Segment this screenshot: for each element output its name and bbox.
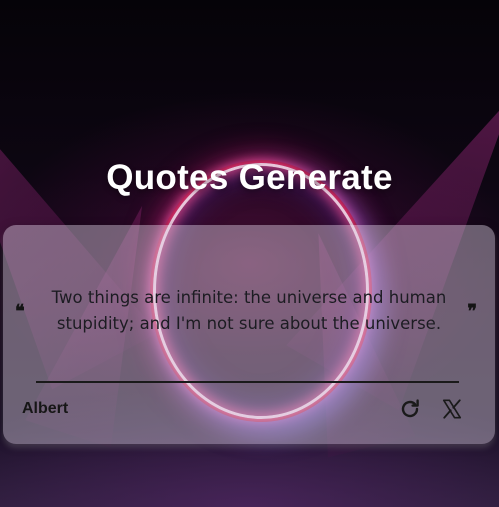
divider (36, 381, 459, 383)
x-logo-icon (442, 399, 462, 419)
quote-card: ❝ Two things are infinite: the universe … (3, 225, 495, 444)
open-quote-icon: ❝ (15, 301, 25, 322)
new-quote-button[interactable] (397, 396, 423, 422)
quote-text: Two things are infinite: the universe an… (51, 288, 447, 333)
refresh-icon (401, 399, 419, 418)
page-title: Quotes Generate (106, 158, 393, 197)
close-quote-icon: ❞ (467, 301, 477, 322)
quote-author: Albert (22, 400, 69, 417)
share-on-x-button[interactable] (439, 396, 465, 422)
